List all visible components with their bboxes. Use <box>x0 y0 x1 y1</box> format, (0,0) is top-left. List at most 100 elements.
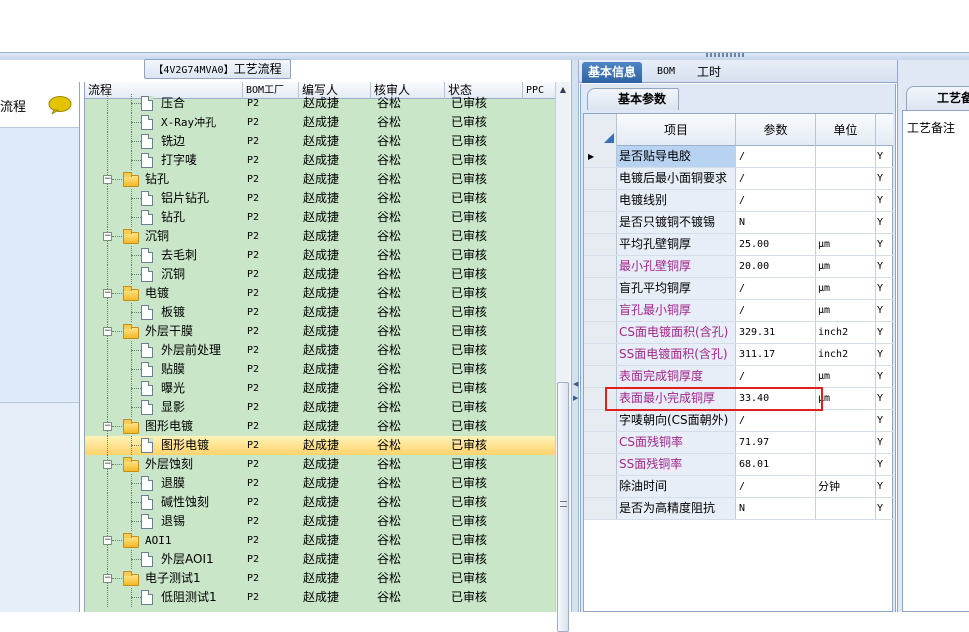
param-value[interactable]: 20.00 <box>736 256 816 277</box>
param-row[interactable]: SS面残铜率 68.01 Y <box>584 454 893 476</box>
tree-row[interactable]: X-Ray冲孔 P2 赵成捷 谷松 已审核 <box>85 113 557 132</box>
tree-row[interactable]: 外层前处理 P2 赵成捷 谷松 已审核 <box>85 341 557 360</box>
param-row[interactable]: 盲孔最小铜厚 / μm Y <box>584 300 893 322</box>
tree-row[interactable]: − 沉铜 P2 赵成捷 谷松 已审核 <box>85 227 557 246</box>
param-value[interactable]: 71.97 <box>736 432 816 453</box>
param-row[interactable]: 是否只镀铜不镀锡 N Y <box>584 212 893 234</box>
tree-row[interactable]: 钻孔 P2 赵成捷 谷松 已审核 <box>85 208 557 227</box>
row-indicator[interactable] <box>584 366 617 387</box>
tree-collapse-icon[interactable]: − <box>103 422 112 431</box>
tree-row[interactable]: 铝片钻孔 P2 赵成捷 谷松 已审核 <box>85 189 557 208</box>
tree-row[interactable]: 板镀 P2 赵成捷 谷松 已审核 <box>85 303 557 322</box>
tree-row[interactable]: 铣边 P2 赵成捷 谷松 已审核 <box>85 132 557 151</box>
tree-collapse-icon[interactable]: − <box>103 289 112 298</box>
row-indicator[interactable] <box>584 322 617 343</box>
collapse-left-icon[interactable]: ◀ <box>573 380 578 388</box>
param-value[interactable]: / <box>736 190 816 211</box>
tree-row[interactable]: 退锡 P2 赵成捷 谷松 已审核 <box>85 512 557 531</box>
tree-row[interactable]: 去毛刺 P2 赵成捷 谷松 已审核 <box>85 246 557 265</box>
tree-row[interactable]: 压合 P2 赵成捷 谷松 已审核 <box>85 94 557 113</box>
tree-row[interactable]: 图形电镀 P2 赵成捷 谷松 已审核 <box>85 436 557 455</box>
tree-row[interactable]: 显影 P2 赵成捷 谷松 已审核 <box>85 398 557 417</box>
row-indicator[interactable] <box>584 476 617 497</box>
tree-collapse-icon[interactable]: − <box>103 460 112 469</box>
param-value[interactable]: / <box>736 300 816 321</box>
param-col-header-unit[interactable]: 单位 <box>816 114 876 146</box>
param-row[interactable]: 字唛朝向(CS面朝外) / Y <box>584 410 893 432</box>
param-value[interactable]: / <box>736 146 816 167</box>
param-row[interactable]: 表面完成铜厚度 / μm Y <box>584 366 893 388</box>
tab-process-notes[interactable]: 工艺备注 <box>906 86 969 110</box>
param-value[interactable]: / <box>736 366 816 387</box>
param-grid[interactable]: 项目 参数 单位 ▶ 是否贴导电胶 / Y 电镀后最小面铜要求 / Y 电镀线别 / Y 是否只镀铜… <box>583 113 893 612</box>
tree-row[interactable]: − 外层干膜 P2 赵成捷 谷松 已审核 <box>85 322 557 341</box>
row-indicator[interactable] <box>584 256 617 277</box>
tree-collapse-icon[interactable]: − <box>103 574 112 583</box>
scroll-thumb[interactable] <box>557 382 569 632</box>
tree-row[interactable]: − 钻孔 P2 赵成捷 谷松 已审核 <box>85 170 557 189</box>
splitter-grip[interactable] <box>706 53 746 57</box>
tree-row[interactable]: 沉铜 P2 赵成捷 谷松 已审核 <box>85 265 557 284</box>
tree-row[interactable]: 曝光 P2 赵成捷 谷松 已审核 <box>85 379 557 398</box>
tree-collapse-icon[interactable]: − <box>103 327 112 336</box>
detail-tab-2[interactable]: 工时 <box>691 62 727 83</box>
subtab-basic-params[interactable]: 基本参数 <box>587 88 679 110</box>
param-value[interactable]: 329.31 <box>736 322 816 343</box>
row-indicator[interactable] <box>584 410 617 431</box>
param-value[interactable]: 25.00 <box>736 234 816 255</box>
tree-row[interactable]: − 电镀 P2 赵成捷 谷松 已审核 <box>85 284 557 303</box>
tree-collapse-icon[interactable]: − <box>103 232 112 241</box>
comment-icon[interactable] <box>48 96 72 114</box>
param-value[interactable]: N <box>736 212 816 233</box>
param-value[interactable]: / <box>736 168 816 189</box>
param-row[interactable]: 是否为高精度阻抗 N Y <box>584 498 893 520</box>
param-value[interactable]: 68.01 <box>736 454 816 475</box>
tree-row[interactable]: − AOI1 P2 赵成捷 谷松 已审核 <box>85 531 557 550</box>
tree-row[interactable]: 打字唛 P2 赵成捷 谷松 已审核 <box>85 151 557 170</box>
param-row[interactable]: ▶ 是否贴导电胶 / Y <box>584 146 893 168</box>
tree-vertical-scrollbar[interactable]: ▲ <box>555 82 570 632</box>
param-row[interactable]: SS面电镀面积(含孔) 311.17 inch2 Y <box>584 344 893 366</box>
param-row[interactable]: 盲孔平均铜厚 / μm Y <box>584 278 893 300</box>
row-indicator[interactable] <box>584 344 617 365</box>
param-value[interactable]: N <box>736 498 816 519</box>
row-indicator[interactable] <box>584 278 617 299</box>
process-title-tab[interactable]: 【4V2G74MVA0】工艺流程 <box>144 59 291 79</box>
param-value[interactable]: 311.17 <box>736 344 816 365</box>
tree-collapse-icon[interactable]: − <box>103 175 112 184</box>
row-indicator[interactable] <box>584 454 617 475</box>
tree-row[interactable]: 低阻测试1 P2 赵成捷 谷松 已审核 <box>85 588 557 607</box>
param-row[interactable]: CS面电镀面积(含孔) 329.31 inch2 Y <box>584 322 893 344</box>
tree-collapse-icon[interactable]: − <box>103 536 112 545</box>
param-row[interactable]: 电镀线别 / Y <box>584 190 893 212</box>
param-col-header-item[interactable]: 项目 <box>617 114 736 146</box>
row-indicator[interactable] <box>584 498 617 519</box>
row-indicator[interactable] <box>584 168 617 189</box>
center-splitter[interactable]: ◀ ▶ <box>571 60 579 612</box>
param-row[interactable]: 平均孔壁铜厚 25.00 μm Y <box>584 234 893 256</box>
collapse-right-icon[interactable]: ▶ <box>573 394 578 402</box>
param-row[interactable]: 除油时间 / 分钟 Y <box>584 476 893 498</box>
row-indicator[interactable] <box>584 190 617 211</box>
tree-row[interactable]: 贴膜 P2 赵成捷 谷松 已审核 <box>85 360 557 379</box>
param-value[interactable]: / <box>736 410 816 431</box>
row-indicator[interactable] <box>584 212 617 233</box>
param-value[interactable]: / <box>736 278 816 299</box>
row-indicator[interactable] <box>584 432 617 453</box>
tree-row[interactable]: 退膜 P2 赵成捷 谷松 已审核 <box>85 474 557 493</box>
param-row[interactable]: CS面残铜率 71.97 Y <box>584 432 893 454</box>
detail-tab-1[interactable]: BOM <box>651 62 681 83</box>
param-col-header-param[interactable]: 参数 <box>736 114 816 146</box>
tree-row[interactable]: − 外层蚀刻 P2 赵成捷 谷松 已审核 <box>85 455 557 474</box>
row-indicator[interactable]: ▶ <box>584 146 617 167</box>
process-tree-grid[interactable]: 流程 BOM工厂 编写人 核审人 状态 PPC 压合 P2 赵成捷 谷松 已审核 X-Ra… <box>84 82 570 612</box>
param-value[interactable]: / <box>736 476 816 497</box>
scroll-up-arrow-icon[interactable]: ▲ <box>556 82 570 97</box>
tree-row[interactable]: − 图形电镀 P2 赵成捷 谷松 已审核 <box>85 417 557 436</box>
tree-row[interactable]: 碱性蚀刻 P2 赵成捷 谷松 已审核 <box>85 493 557 512</box>
param-row[interactable]: 电镀后最小面铜要求 / Y <box>584 168 893 190</box>
row-indicator[interactable] <box>584 300 617 321</box>
row-indicator[interactable] <box>584 234 617 255</box>
param-row[interactable]: 最小孔壁铜厚 20.00 μm Y <box>584 256 893 278</box>
detail-tab-0[interactable]: 基本信息 <box>582 62 643 83</box>
